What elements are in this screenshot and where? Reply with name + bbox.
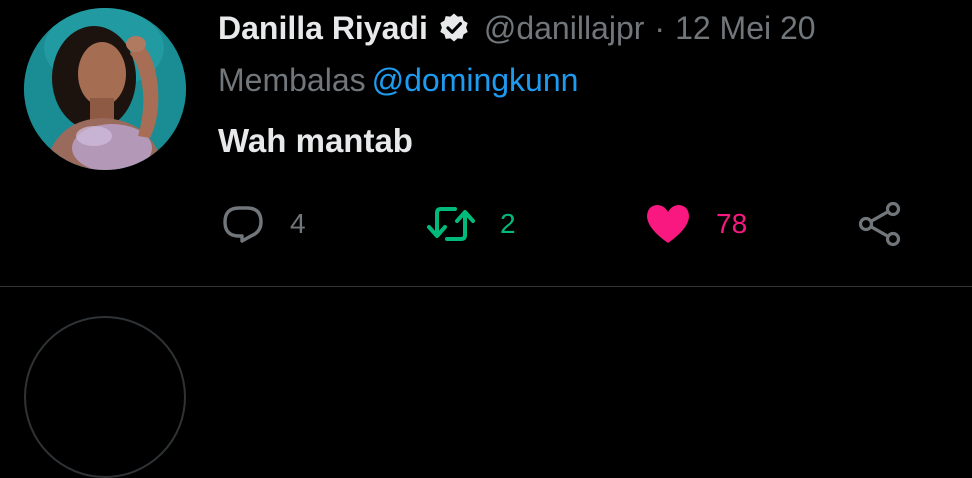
tweet-actions: 4 2 78 <box>218 196 918 252</box>
replying-to: Membalas @domingkunn <box>218 62 578 99</box>
timestamp[interactable]: 12 Mei 20 <box>675 10 816 47</box>
reply-bubble-icon <box>223 206 263 243</box>
avatar[interactable] <box>24 8 186 170</box>
reply-count: 4 <box>290 208 306 239</box>
reply-button[interactable]: 4 <box>220 196 306 252</box>
display-name[interactable]: Danilla Riyadi <box>218 10 428 47</box>
tweet-header: Danilla Riyadi @danillajpr · 12 Mei 20 <box>218 8 816 48</box>
reply-mention-link[interactable]: @domingkunn <box>372 62 579 98</box>
tweet-divider <box>0 286 972 287</box>
separator-dot: · <box>654 9 666 46</box>
heart-icon <box>647 205 689 243</box>
retweet-count: 2 <box>500 208 516 239</box>
like-button[interactable]: 78 <box>644 196 747 252</box>
user-handle[interactable]: @danillajpr <box>484 10 645 47</box>
retweet-icon <box>427 207 475 241</box>
like-count: 78 <box>716 208 748 239</box>
next-tweet-avatar[interactable] <box>24 316 186 478</box>
avatar-photo <box>24 8 186 170</box>
verified-badge-icon <box>438 12 470 44</box>
replying-to-label: Membalas <box>218 62 366 98</box>
retweet-button[interactable]: 2 <box>426 196 516 252</box>
tweet[interactable]: Danilla Riyadi @danillajpr · 12 Mei 20 M… <box>0 0 972 286</box>
share-button[interactable] <box>856 196 904 252</box>
share-icon <box>858 201 901 247</box>
tweet-text: Wah mantab <box>218 122 413 159</box>
